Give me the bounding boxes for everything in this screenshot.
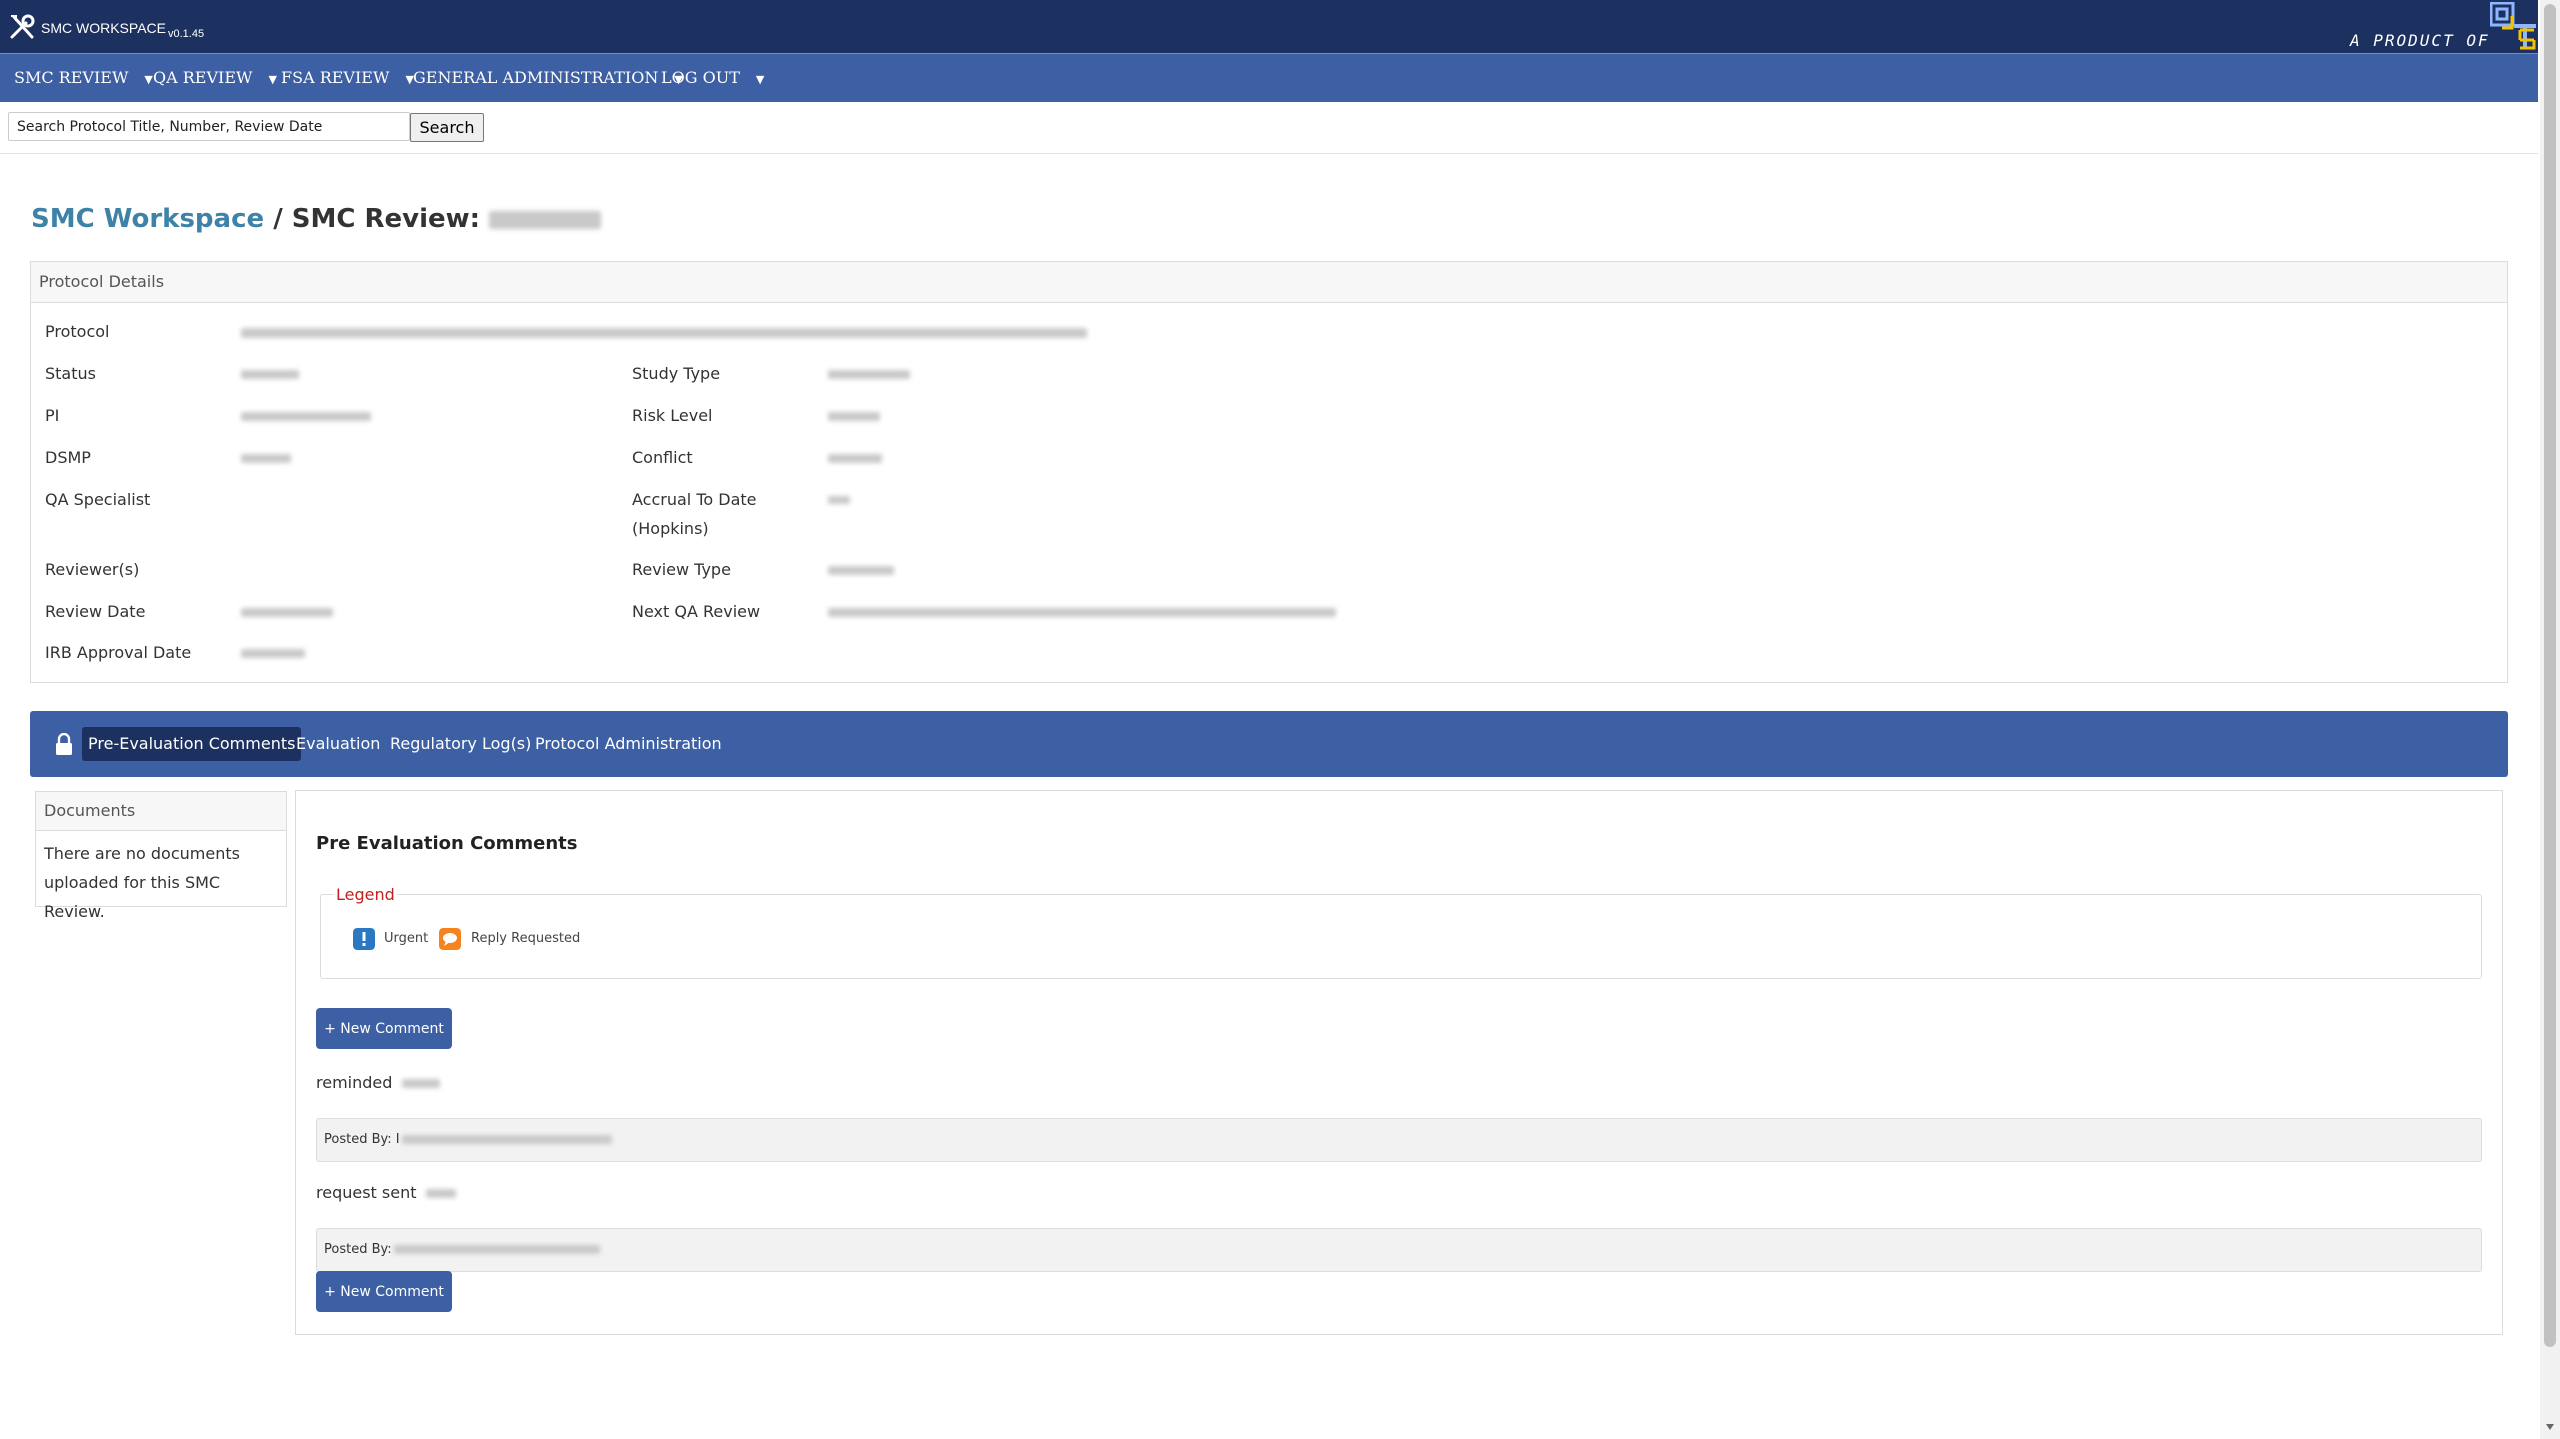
comments-title: Pre Evaluation Comments: [316, 833, 578, 854]
value-protocol: [241, 328, 1087, 338]
exclamation-icon: [353, 928, 375, 950]
label-status: Status: [45, 364, 96, 383]
review-tabs: Pre-Evaluation Comments Evaluation Regul…: [30, 711, 2508, 777]
value-next-qa-review: [828, 608, 1336, 617]
comment-text: reminded: [316, 1073, 440, 1092]
comment-text: request sent: [316, 1183, 456, 1202]
label-study-type: Study Type: [632, 364, 721, 383]
main-nav: SMC REVIEW ▼ QA REVIEW ▼ FSA REVIEW ▼ GENER…: [0, 53, 2538, 102]
product-tagline: A PRODUCT OF: [2350, 31, 2490, 50]
posted-by-label: Posted By:: [324, 1242, 600, 1257]
label-risk-level: Risk Level: [632, 406, 713, 425]
posted-by-text: Posted By: I: [324, 1132, 400, 1147]
documents-empty-line2: uploaded for this SMC Review.: [44, 873, 221, 921]
redacted-poster: [401, 1135, 612, 1144]
label-conflict: Conflict: [632, 448, 693, 467]
nav-fsa-review[interactable]: FSA REVIEW ▼: [281, 54, 414, 102]
legend-box: [320, 894, 2482, 979]
tab-protocol-administration[interactable]: Protocol Administration: [529, 727, 728, 761]
documents-empty-line1: There are no documents: [44, 844, 240, 863]
value-risk-level: [828, 412, 880, 421]
scrollbar-thumb[interactable]: [2544, 4, 2556, 1347]
label-dsmp: DSMP: [45, 448, 91, 467]
nav-label: LOG OUT: [661, 68, 740, 87]
label-review-date: Review Date: [45, 602, 146, 621]
nav-label: GENERAL ADMINISTRATION: [413, 68, 659, 87]
caret-down-icon: ▼: [268, 73, 277, 86]
label-reviewers: Reviewer(s): [45, 560, 140, 579]
value-study-type: [828, 370, 910, 379]
nav-qa-review[interactable]: QA REVIEW ▼: [153, 54, 277, 102]
posted-by-label: Posted By: I: [324, 1132, 612, 1147]
label-protocol: Protocol: [45, 322, 110, 341]
new-comment-button-top[interactable]: + New Comment: [316, 1008, 452, 1049]
value-pi: [241, 412, 371, 421]
value-review-date: [241, 608, 333, 617]
documents-panel: Documents There are no documents uploade…: [35, 791, 287, 921]
breadcrumb-separator: /: [264, 204, 292, 234]
app-header: SMC WORKSPACE v0.1.45 A PRODUCT OF: [0, 0, 2538, 53]
comment-posted-by-bar: Posted By:: [316, 1228, 2482, 1272]
protocol-details-panel: Protocol Details Protocol Status PI DSMP…: [30, 261, 2508, 683]
redacted-comment-date: [401, 1079, 440, 1088]
value-status: [241, 370, 299, 379]
label-accrual-line2: (Hopkins): [632, 519, 709, 538]
new-comment-button-bottom[interactable]: + New Comment: [316, 1271, 452, 1312]
label-accrual-line1: Accrual To Date: [632, 490, 757, 509]
pre-evaluation-comments-panel: Pre Evaluation Comments Legend Urgent Re…: [295, 790, 2503, 1335]
label-qa-specialist: QA Specialist: [45, 490, 151, 509]
label-irb-approval-date: IRB Approval Date: [45, 643, 192, 662]
page-title-text: SMC Review:: [291, 204, 481, 234]
redacted-poster: [393, 1245, 600, 1254]
comment-body: reminded: [316, 1073, 393, 1092]
label-next-qa-review: Next QA Review: [632, 602, 761, 621]
caret-down-icon: ▼: [755, 73, 765, 86]
value-accrual: [828, 496, 850, 504]
caret-down-icon: ▼: [144, 73, 153, 86]
legend-title: Legend: [334, 885, 397, 904]
label-pi: PI: [45, 406, 60, 425]
comment-posted-by-bar: Posted By: I: [316, 1118, 2482, 1162]
value-conflict: [828, 454, 882, 463]
posted-by-text: Posted By:: [324, 1242, 392, 1257]
value-irb-approval-date: [241, 649, 305, 658]
nav-general-administration[interactable]: GENERAL ADMINISTRATION ▼: [413, 54, 683, 102]
nav-label: SMC REVIEW: [14, 68, 129, 87]
tools-icon: [10, 14, 35, 39]
nav-log-out[interactable]: LOG OUT ▼: [661, 54, 764, 102]
value-review-type: [828, 566, 894, 575]
comment-body: request sent: [316, 1183, 417, 1202]
protocol-details-heading: Protocol Details: [31, 262, 2507, 303]
nav-smc-review[interactable]: SMC REVIEW ▼: [14, 54, 153, 102]
legend-reply-requested-label: Reply Requested: [471, 931, 581, 946]
search-bar: Search: [0, 101, 2538, 154]
page-title: SMC Workspace / SMC Review:: [31, 204, 602, 234]
nav-label: QA REVIEW: [153, 68, 253, 87]
breadcrumb-smc-workspace[interactable]: SMC Workspace: [31, 204, 264, 234]
search-button[interactable]: Search: [410, 113, 484, 142]
scroll-down-arrow-icon[interactable]: [2546, 1424, 2554, 1430]
reply-icon: [439, 928, 461, 950]
label-review-type: Review Type: [632, 560, 731, 579]
documents-heading: Documents: [36, 792, 286, 831]
redacted-review-id: [489, 210, 602, 229]
legend-urgent-label: Urgent: [384, 931, 429, 946]
search-input[interactable]: [8, 112, 410, 141]
value-dsmp: [241, 454, 291, 463]
nav-label: FSA REVIEW: [281, 68, 390, 87]
redacted-comment-date: [425, 1189, 456, 1198]
app-name: SMC WORKSPACE: [41, 20, 166, 36]
tab-evaluation[interactable]: Evaluation: [290, 727, 386, 761]
page-scrollbar[interactable]: [2540, 0, 2560, 1439]
tab-regulatory-logs[interactable]: Regulatory Log(s): [384, 727, 537, 761]
lock-icon: [56, 733, 72, 755]
app-version: v0.1.45: [168, 28, 205, 40]
tab-pre-evaluation-comments[interactable]: Pre-Evaluation Comments: [82, 727, 302, 761]
ets-logo-icon: [2490, 2, 2536, 50]
